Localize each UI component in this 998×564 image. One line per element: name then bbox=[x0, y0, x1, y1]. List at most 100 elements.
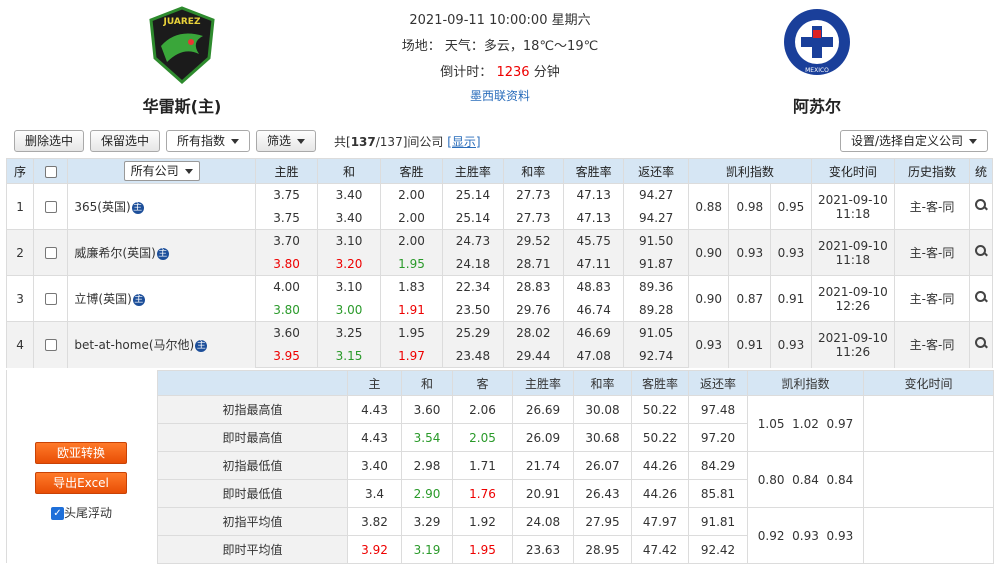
col-draw-rate[interactable]: 和率 bbox=[502, 158, 564, 184]
change-clock: 11:26 bbox=[835, 344, 871, 359]
summary-value: 26.43 bbox=[573, 479, 632, 508]
kelly-value: 0.84 bbox=[792, 472, 819, 487]
stats-button[interactable] bbox=[968, 275, 994, 322]
svg-text:JUAREZ: JUAREZ bbox=[163, 17, 201, 27]
summary-value: 26.07 bbox=[573, 451, 632, 480]
company-name[interactable]: 365(英国) 主 bbox=[67, 183, 256, 230]
summary-value: 2.05 bbox=[452, 423, 513, 452]
summary-value: 4.43 bbox=[347, 395, 402, 424]
row-checkbox[interactable] bbox=[33, 321, 69, 368]
initial-odds-cell: 3.10 bbox=[317, 275, 381, 299]
row-checkbox[interactable] bbox=[33, 183, 69, 230]
chevron-down-icon bbox=[184, 169, 193, 174]
summary-value: 27.95 bbox=[573, 507, 632, 536]
live-odds-cell: 29.76 bbox=[502, 298, 564, 322]
summary-change-time bbox=[863, 451, 994, 508]
kelly-value: 0.93 bbox=[826, 528, 854, 543]
initial-odds-cell: 2.00 bbox=[379, 183, 444, 207]
live-odds-cell: 27.73 bbox=[502, 206, 564, 230]
match-datetime: 2021-09-11 10:00:00 星期六 bbox=[409, 13, 591, 28]
away-team[interactable]: MEXICO 阿苏尔 bbox=[757, 6, 877, 117]
company-name[interactable]: bet-at-home(马尔他) 主 bbox=[67, 321, 256, 368]
summary-value: 3.92 bbox=[347, 535, 402, 564]
kelly-cell: 0.91 bbox=[770, 275, 812, 322]
league-info-link[interactable]: 墨西联资料 bbox=[340, 86, 660, 106]
odds-rows: 1 365(英国) 主 3.75 3.40 2.00 25.14 27.73 47.13 94.2… bbox=[5, 183, 994, 368]
row-seq: 4 bbox=[5, 321, 35, 368]
delete-selected-button[interactable]: 删除选中 bbox=[14, 130, 84, 152]
euro-asia-convert-button[interactable]: 欧亚转换 bbox=[35, 442, 127, 464]
kelly-value: 1.02 bbox=[792, 416, 819, 431]
company-count: 共[137/137]间公司 [显示] bbox=[334, 133, 481, 150]
history-link[interactable]: 主-客-同 bbox=[894, 275, 970, 322]
keep-selected-button[interactable]: 保留选中 bbox=[90, 130, 160, 152]
change-time: 2021-09-10 11:18 bbox=[810, 229, 896, 276]
checked-checkbox-icon[interactable]: ✓ bbox=[51, 507, 64, 520]
history-link[interactable]: 主-客-同 bbox=[894, 183, 970, 230]
summary-table: 主 和 客 主胜率 和率 客胜率 返还率 凯利指数 变化时间 初指最高值 4.43… bbox=[157, 370, 994, 564]
initial-odds-cell: 3.60 bbox=[254, 321, 319, 345]
export-excel-button[interactable]: 导出Excel bbox=[35, 472, 127, 494]
stats-button[interactable] bbox=[968, 183, 994, 230]
summary-value: 92.42 bbox=[688, 535, 748, 564]
live-odds-cell: 25.14 bbox=[442, 206, 504, 230]
all-companies-dropdown[interactable]: 所有公司 bbox=[67, 158, 256, 184]
kelly-value: 1.05 bbox=[757, 416, 785, 431]
countdown-label: 倒计时： bbox=[440, 65, 493, 80]
live-odds-cell: 3.20 bbox=[317, 252, 381, 276]
initial-odds-cell: 2.00 bbox=[379, 229, 444, 253]
live-odds-cell: 2.00 bbox=[379, 206, 444, 230]
float-label: 头尾浮动 bbox=[64, 506, 113, 520]
float-toggle[interactable]: ✓ 头尾浮动 bbox=[51, 504, 112, 521]
stats-button[interactable] bbox=[968, 229, 994, 276]
table-row[interactable]: 2 威廉希尔(英国) 主 3.70 3.10 2.00 24.73 29.52 45.75 91.… bbox=[5, 229, 994, 276]
live-odds-cell: 89.28 bbox=[623, 298, 689, 322]
col-away-win[interactable]: 客胜 bbox=[379, 158, 444, 184]
select-all-checkbox[interactable] bbox=[33, 158, 69, 184]
company-name[interactable]: 立博(英国) 主 bbox=[67, 275, 256, 322]
host-badge-icon: 主 bbox=[156, 247, 169, 260]
summary-value: 2.06 bbox=[452, 395, 513, 424]
row-checkbox[interactable] bbox=[33, 275, 69, 322]
summary-value: 3.40 bbox=[347, 451, 402, 480]
col-draw[interactable]: 和 bbox=[317, 158, 381, 184]
custom-company-select[interactable]: 设置/选择自定义公司 bbox=[840, 130, 988, 152]
live-odds-cell: 47.13 bbox=[562, 206, 625, 230]
sum-col-home: 主 bbox=[347, 370, 402, 396]
custom-company-label: 设置/选择自定义公司 bbox=[850, 134, 964, 148]
sum-col-away-rate: 客胜率 bbox=[631, 370, 689, 396]
live-odds-cell: 47.11 bbox=[562, 252, 625, 276]
col-home-win[interactable]: 主胜 bbox=[254, 158, 319, 184]
table-row[interactable]: 1 365(英国) 主 3.75 3.40 2.00 25.14 27.73 47.13 94.2… bbox=[5, 183, 994, 230]
index-type-select[interactable]: 所有指数 bbox=[166, 130, 250, 152]
sum-col-return-rate: 返还率 bbox=[688, 370, 748, 396]
history-link[interactable]: 主-客-同 bbox=[894, 321, 970, 368]
live-odds-cell: 3.95 bbox=[254, 344, 319, 368]
row-seq: 2 bbox=[5, 229, 35, 276]
cruz-azul-logo-icon: MEXICO bbox=[784, 9, 850, 75]
kelly-cell: 0.90 bbox=[687, 229, 730, 276]
col-away-rate[interactable]: 客胜率 bbox=[562, 158, 625, 184]
row-checkbox[interactable] bbox=[33, 229, 69, 276]
kelly-cell: 0.93 bbox=[728, 229, 772, 276]
stats-button[interactable] bbox=[968, 321, 994, 368]
summary-value: 2.90 bbox=[401, 479, 453, 508]
initial-odds-cell: 45.75 bbox=[562, 229, 625, 253]
table-header: 序 所有公司 主胜 和 客胜 主胜率 和率 客胜率 返还率 凯利指数 变化时间 … bbox=[5, 158, 994, 184]
filter-dropdown[interactable]: 筛选 bbox=[256, 130, 316, 152]
history-link[interactable]: 主-客-同 bbox=[894, 229, 970, 276]
kelly-cell: 0.98 bbox=[728, 183, 772, 230]
away-team-name: 阿苏尔 bbox=[792, 97, 841, 116]
col-return-rate[interactable]: 返还率 bbox=[623, 158, 689, 184]
initial-odds-cell: 46.69 bbox=[562, 321, 625, 345]
col-home-rate[interactable]: 主胜率 bbox=[442, 158, 504, 184]
live-odds-cell: 24.18 bbox=[442, 252, 504, 276]
summary-value: 84.29 bbox=[688, 451, 748, 480]
show-link[interactable]: [显示] bbox=[447, 135, 480, 149]
home-team[interactable]: JUAREZ 华雷斯(主) bbox=[122, 6, 242, 117]
table-row[interactable]: 4 bet-at-home(马尔他) 主 3.60 3.25 1.95 25.29 28.02… bbox=[5, 321, 994, 368]
odds-table: 序 所有公司 主胜 和 客胜 主胜率 和率 客胜率 返还率 凯利指数 变化时间 … bbox=[5, 158, 994, 368]
table-row[interactable]: 3 立博(英国) 主 4.00 3.10 1.83 22.34 28.83 48.83 89.36… bbox=[5, 275, 994, 322]
company-name[interactable]: 威廉希尔(英国) 主 bbox=[67, 229, 256, 276]
summary-kelly: 1.05 1.02 0.97 bbox=[747, 395, 864, 452]
